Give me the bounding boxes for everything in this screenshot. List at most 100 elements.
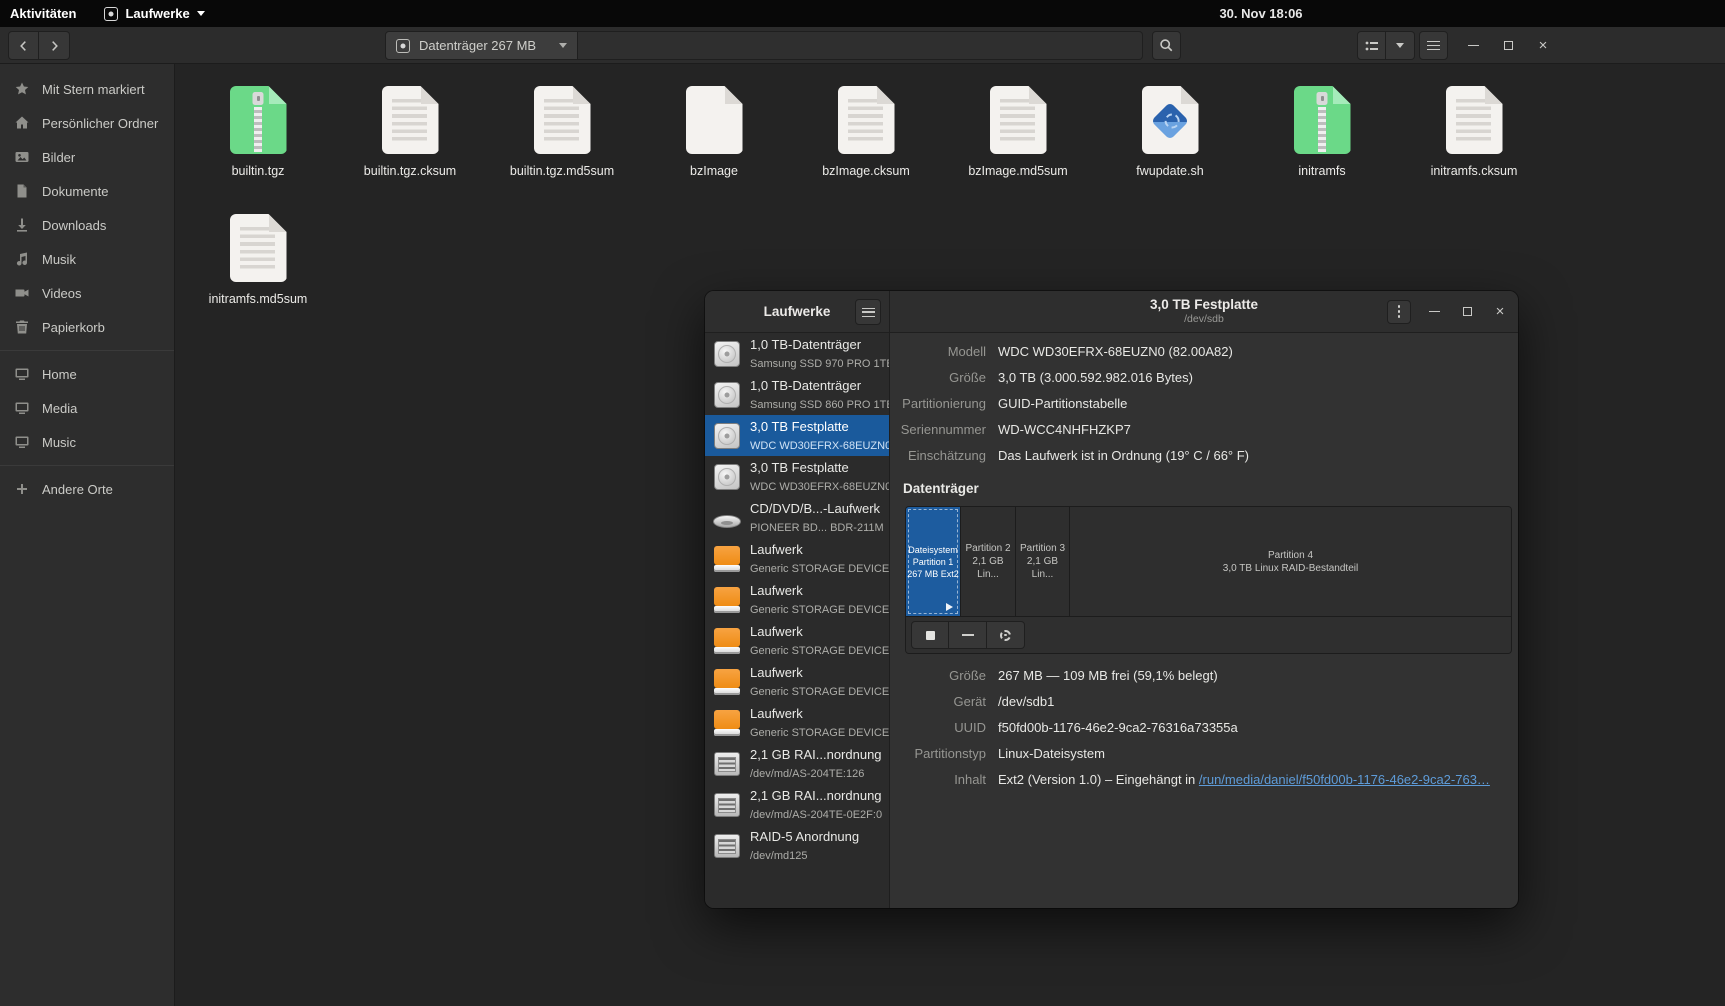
drive-row-selected[interactable]: 3,0 TB FestplatteWDC WD30EFRX-68EUZN0 (705, 415, 889, 456)
sidebar-item-starred[interactable]: Mit Stern markiert (0, 72, 174, 106)
file-item[interactable]: bzImage.md5sum (942, 80, 1094, 208)
mount-point-link[interactable]: /run/media/daniel/f50fd00b-1176-46e2-9ca… (1199, 772, 1490, 787)
hdd-icon (713, 422, 741, 450)
search-button[interactable] (1152, 31, 1181, 60)
desktop: Aktivitäten Laufwerke 30. Nov 18:06 Date… (0, 0, 1725, 1006)
drive-row[interactable]: LaufwerkGeneric STORAGE DEVICE (705, 661, 889, 702)
sidebar-separator (0, 350, 174, 351)
file-name: initramfs (1298, 164, 1345, 178)
file-item[interactable]: initramfs (1246, 80, 1398, 208)
sidebar-item-mount-home[interactable]: Home (0, 357, 174, 391)
disks-minimize-button[interactable] (1424, 300, 1444, 324)
toolbar-right: × (1357, 31, 1553, 60)
files-menu-button[interactable] (1419, 31, 1448, 60)
clock[interactable]: 30. Nov 18:06 (1196, 6, 1326, 21)
partition-1-selected[interactable]: Dateisystem Partition 1 267 MB Ext2 (906, 507, 961, 616)
sidebar-item-music[interactable]: Musik (0, 242, 174, 276)
computer-icon (14, 434, 30, 450)
file-item[interactable]: initramfs.cksum (1398, 80, 1550, 208)
file-name: builtin.tgz.md5sum (510, 164, 614, 178)
file-name: builtin.tgz (232, 164, 285, 178)
back-button[interactable] (8, 31, 39, 60)
plus-icon (14, 481, 30, 497)
partition-2[interactable]: Partition 2 2,1 GB Lin... (961, 507, 1016, 616)
partition-4[interactable]: Partition 4 3,0 TB Linux RAID-Bestandtei… (1070, 507, 1511, 616)
home-icon (14, 115, 30, 131)
sidebar-item-mount-music[interactable]: Music (0, 425, 174, 459)
partition-3[interactable]: Partition 3 2,1 GB Lin... (1016, 507, 1070, 616)
file-item[interactable]: bzImage.cksum (790, 80, 942, 208)
sidebar-item-documents[interactable]: Dokumente (0, 174, 174, 208)
file-name: fwupdate.sh (1136, 164, 1203, 178)
sidebar-item-pictures[interactable]: Bilder (0, 140, 174, 174)
info-label: Modell (890, 343, 986, 360)
file-name: bzImage.cksum (822, 164, 910, 178)
sidebar-item-label: Music (42, 435, 76, 450)
trash-icon (14, 319, 30, 335)
raid-array-icon (713, 791, 741, 819)
raid-array-icon (713, 832, 741, 860)
location-button[interactable]: Datenträger 267 MB (385, 31, 578, 60)
drive-row[interactable]: 1,0 TB-DatenträgerSamsung SSD 970 PRO 1T… (705, 333, 889, 374)
disks-maximize-button[interactable] (1457, 300, 1477, 324)
file-item[interactable]: builtin.tgz.md5sum (486, 80, 638, 208)
drive-row[interactable]: 1,0 TB-DatenträgerSamsung SSD 860 PRO 1T… (705, 374, 889, 415)
drive-row[interactable]: LaufwerkGeneric STORAGE DEVICE (705, 702, 889, 743)
drive-row[interactable]: 3,0 TB FestplatteWDC WD30EFRX-68EUZN0 (705, 456, 889, 497)
disks-sidebar: Laufwerke 1,0 TB-DatenträgerSamsung SSD … (705, 291, 890, 908)
file-item[interactable]: bzImage (638, 80, 790, 208)
close-button[interactable]: × (1533, 31, 1553, 60)
sidebar-item-trash[interactable]: Papierkorb (0, 310, 174, 344)
view-mode-button[interactable] (1357, 31, 1386, 60)
removable-drive-icon (713, 709, 741, 737)
disks-close-button[interactable]: × (1490, 300, 1510, 324)
info-label: Inhalt (890, 771, 986, 788)
forward-button[interactable] (39, 31, 70, 60)
partition-options-button[interactable] (987, 621, 1025, 649)
stop-icon (926, 631, 935, 640)
info-value: Ext2 (Version 1.0) – Eingehängt in /run/… (998, 771, 1508, 788)
info-value: /dev/sdb1 (998, 693, 1508, 710)
disks-menu-button[interactable] (1387, 300, 1411, 324)
sidebar-item-label: Papierkorb (42, 320, 105, 335)
drive-row[interactable]: LaufwerkGeneric STORAGE DEVICE (705, 538, 889, 579)
disks-sidebar-menu-button[interactable] (855, 299, 881, 325)
activities-button[interactable]: Aktivitäten (10, 6, 76, 21)
drive-row[interactable]: 2,1 GB RAI...nordnung/dev/md/AS-204TE:12… (705, 743, 889, 784)
maximize-icon (1463, 307, 1472, 316)
info-label: Einschätzung (890, 447, 986, 464)
drive-row[interactable]: LaufwerkGeneric STORAGE DEVICE (705, 579, 889, 620)
text-file-icon (382, 86, 439, 154)
minimize-button[interactable] (1463, 31, 1483, 60)
drive-row[interactable]: LaufwerkGeneric STORAGE DEVICE (705, 620, 889, 661)
drive-row[interactable]: RAID-5 Anordnung/dev/md125 (705, 825, 889, 866)
drive-row[interactable]: CD/DVD/B...-LaufwerkPIONEER BD... BDR-21… (705, 497, 889, 538)
file-item[interactable]: fwupdate.sh (1094, 80, 1246, 208)
maximize-icon (1504, 41, 1513, 50)
info-label: Größe (890, 369, 986, 386)
sidebar-item-home-folder[interactable]: Persönlicher Ordner (0, 106, 174, 140)
disks-window-controls: × (1387, 291, 1510, 332)
document-icon (14, 183, 30, 199)
disks-header: 3,0 TB Festplatte /dev/sdb × (890, 291, 1518, 333)
sidebar-item-videos[interactable]: Videos (0, 276, 174, 310)
sidebar-item-label: Media (42, 401, 77, 416)
app-menu-button[interactable]: Laufwerke (104, 6, 204, 21)
delete-partition-button[interactable] (949, 621, 987, 649)
file-item[interactable]: initramfs.md5sum (182, 208, 334, 336)
download-icon (14, 217, 30, 233)
path-bar-empty[interactable] (578, 31, 1143, 60)
unmount-button[interactable] (911, 621, 949, 649)
sidebar-item-downloads[interactable]: Downloads (0, 208, 174, 242)
file-item[interactable]: builtin.tgz.cksum (334, 80, 486, 208)
file-item[interactable]: builtin.tgz (182, 80, 334, 208)
maximize-button[interactable] (1498, 31, 1518, 60)
view-options-button[interactable] (1386, 31, 1415, 60)
removable-drive-icon (713, 668, 741, 696)
drive-row[interactable]: 2,1 GB RAI...nordnung/dev/md/AS-204TE-0E… (705, 784, 889, 825)
sidebar-item-other-locations[interactable]: Andere Orte (0, 472, 174, 506)
sidebar-item-label: Andere Orte (42, 482, 113, 497)
close-icon: × (1496, 304, 1505, 319)
sidebar-item-mount-media[interactable]: Media (0, 391, 174, 425)
file-name: bzImage.md5sum (968, 164, 1067, 178)
